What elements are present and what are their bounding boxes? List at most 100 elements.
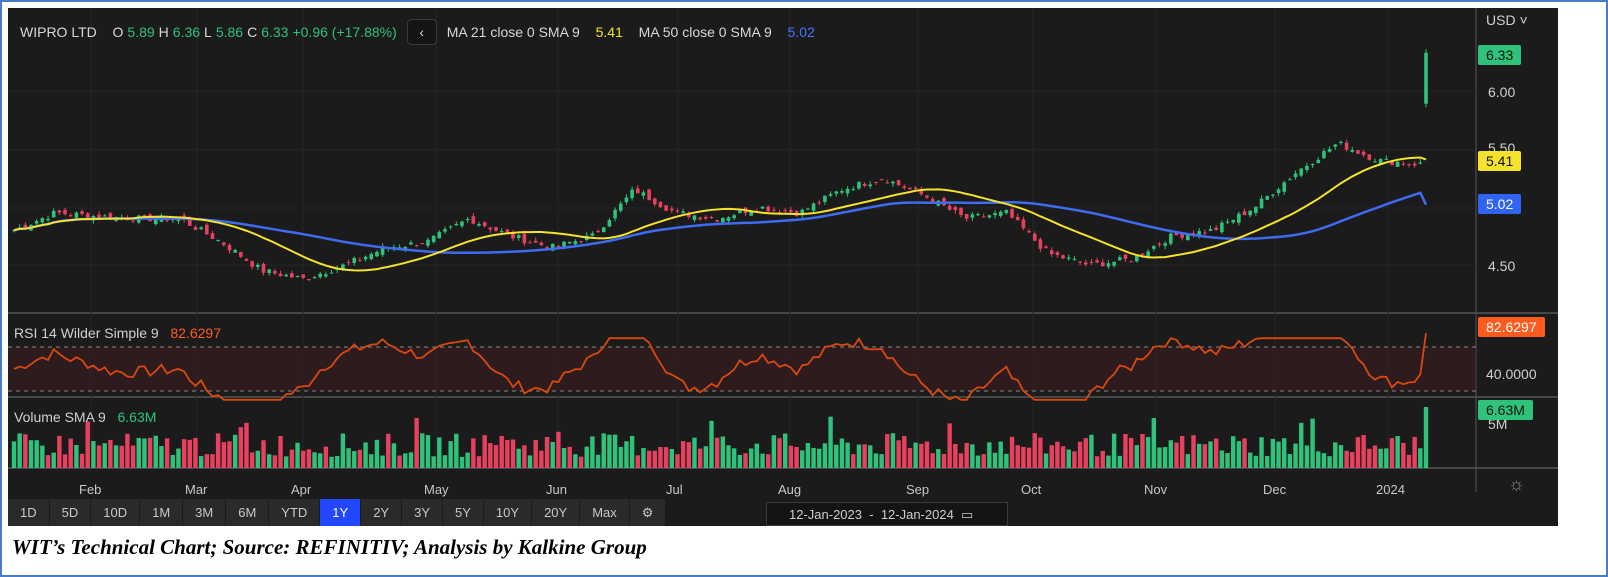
volume-bar [1128,437,1134,468]
candle-body [1395,161,1400,167]
volume-bar [130,445,136,468]
candle-body [1305,165,1309,170]
period-button-5y[interactable]: 5Y [443,499,484,526]
volume-bar [1406,454,1412,468]
volume-bar [289,449,295,468]
rsi-tick: 40.0000 [1486,366,1537,382]
volume-bar [244,422,249,468]
candle-body [715,220,719,222]
period-button-1m[interactable]: 1M [140,499,184,526]
collapse-legend-button[interactable]: ‹ [406,19,437,45]
volume-bar [539,450,544,468]
date-range-picker[interactable]: 12-Jan-2023 - 12-Jan-2024 ▭ [766,502,1008,526]
period-button-10y[interactable]: 10Y [483,499,533,526]
volume-bar [62,454,68,468]
candle-body [692,215,697,220]
volume-bar [1055,441,1060,468]
volume-bar [777,438,782,468]
period-button-20y[interactable]: 20Y [532,499,581,526]
candle-body [256,264,260,267]
candle-body [698,217,702,220]
volume-bar [1338,445,1344,468]
period-button-ytd[interactable]: YTD [269,499,321,526]
month-label: Dec [1263,482,1287,497]
chart-canvas[interactable] [8,8,1558,498]
volume-bar [1236,441,1242,468]
candle-body [1282,182,1287,192]
candle-body [1310,164,1315,166]
volume-bar [879,454,884,468]
candle-body [823,195,827,202]
volume-bar [1100,450,1105,468]
currency-dropdown[interactable]: USD ˅ [1486,12,1528,28]
candle-body [324,274,328,277]
candle-body [363,256,368,260]
period-button-3y[interactable]: 3Y [402,499,444,526]
volume-bar [1423,407,1429,468]
volume-bar [987,442,992,468]
candle-body [358,259,362,261]
period-button-10d[interactable]: 10D [91,499,141,526]
volume-bar [516,448,521,468]
period-button-6m[interactable]: 6M [226,499,270,526]
candle-body [647,189,651,201]
volume-bar [85,421,90,468]
calendar-icon[interactable]: ▭ [961,507,973,522]
volume-bar [697,448,703,468]
period-button-1d[interactable]: 1D [8,499,50,526]
candle-body [1333,144,1338,147]
volume-bar [79,453,85,468]
volume-bar [51,452,56,468]
volume-bar [255,450,261,468]
candle-body [590,233,595,236]
candle-body [913,187,918,190]
candle-body [261,263,266,273]
volume-bar [329,456,334,468]
volume-bar [1355,437,1361,468]
candle-body [851,189,856,191]
period-button-max[interactable]: Max [580,499,630,526]
close-value: 6.33 [261,24,289,40]
period-button-5d[interactable]: 5D [49,499,92,526]
volume-bar [91,441,96,468]
volume-bar [363,442,368,468]
volume-bar [1372,445,1378,468]
volume-bar [369,454,374,468]
volume-bar [397,455,402,468]
volume-bar [1072,451,1077,468]
volume-bar [629,435,635,468]
ma50-label[interactable]: MA 50 close 0 SMA 9 [639,24,772,40]
month-label: Feb [79,482,102,497]
ma50-line [13,191,1428,255]
price-tick: 6.00 [1488,84,1516,100]
candle-body [244,259,249,261]
volume-bar [1333,442,1338,468]
volume-bar [567,446,572,468]
candle-body [868,184,873,187]
settings-gear-icon[interactable]: ☼ [1508,474,1525,495]
candle-body [1032,233,1037,241]
candle-body [953,206,958,211]
candle-body [454,223,459,226]
ma21-label[interactable]: MA 21 close 0 SMA 9 [447,24,580,40]
figure-caption: WIT’s Technical Chart; Source: REFINITIV… [12,535,647,559]
volume-bar [794,446,799,468]
volume-bar [272,455,278,468]
period-button-1y[interactable]: 1Y [320,499,362,526]
period-button-3m[interactable]: 3M [183,499,227,526]
candle-body [1049,250,1054,255]
volume-bar [142,438,147,468]
candle-body [624,197,629,203]
volume-bar [227,441,232,468]
ma21-value: 5.41 [595,24,623,40]
volume-bar [11,441,17,468]
period-settings-icon[interactable]: ⚙ [629,499,667,526]
ma21-line [13,156,1427,272]
volume-bar [40,445,45,468]
volume-bar [1293,443,1298,468]
candle-body [556,245,561,247]
month-label: Nov [1144,482,1168,497]
volume-bar [238,427,244,468]
period-button-2y[interactable]: 2Y [361,499,403,526]
candle-body [329,272,334,274]
